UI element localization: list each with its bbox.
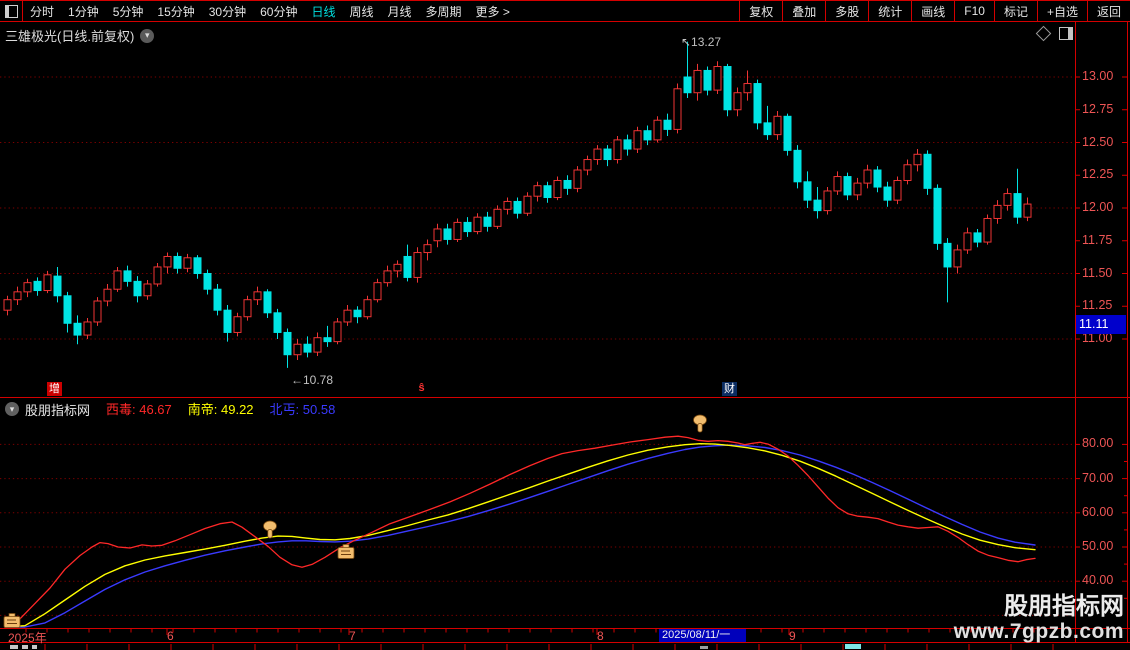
- indicator-source-label: 股朋指标网: [25, 402, 91, 418]
- timeframe-item-9[interactable]: 月线: [381, 1, 419, 21]
- watermark-url: www.7gpzb.com: [953, 620, 1124, 643]
- stock-app-window: 分时 1分钟 5分钟 15分钟 30分钟 60分钟 日线 周线 月线 多周期 更多 > 复权 叠加 多股…: [0, 0, 1130, 650]
- timeframe-item-4[interactable]: 15分钟: [150, 1, 201, 21]
- toolbar-buttons: 复权 叠加 多股 统计 画线 F10 标记 +自选 返回: [739, 1, 1130, 21]
- diamond-icon[interactable]: [1035, 25, 1052, 42]
- collapse-chevron-icon[interactable]: ▾: [5, 402, 19, 416]
- panel-icon[interactable]: [1059, 27, 1073, 40]
- timeframe-item-2[interactable]: 1分钟: [61, 1, 106, 21]
- selected-date-highlight: 2025/08/11/一: [659, 629, 746, 642]
- toolbar-button-4[interactable]: 统计: [868, 1, 911, 21]
- indicator-value-3: 北丐: 50.58: [269, 402, 336, 417]
- toolbar-button-6[interactable]: F10: [954, 1, 994, 21]
- timeframe-items: 分时 1分钟 5分钟 15分钟 30分钟 60分钟 日线 周线 月线 多周期 更多 >: [23, 1, 517, 21]
- time-label-3: 7: [349, 629, 356, 643]
- price-label-12.00: 12.00: [1082, 200, 1114, 214]
- price-label-13.00: 13.00: [1082, 69, 1114, 83]
- timeframe-item-7[interactable]: 日线: [304, 1, 342, 21]
- indicator-value-1: 西毒: 46.67: [106, 402, 172, 417]
- indicator-header: ▾ 股朋指标网 西毒: 46.67 南帝: 49.22 北丐: 50.58: [5, 399, 335, 419]
- watermark: 股朋指标网 www.7gpzb.com: [953, 593, 1124, 644]
- hand-down-icon: [693, 414, 707, 433]
- last-price-marker: 11.11: [1076, 314, 1126, 334]
- toolbar-button-3[interactable]: 多股: [825, 1, 868, 21]
- hand-down-icon: [263, 520, 277, 539]
- watermark-site-name: 股朋指标网: [1004, 593, 1124, 620]
- signal-badge-1: 增: [47, 382, 62, 396]
- chart-canvas: [0, 22, 1130, 650]
- toolbar-button-9[interactable]: 返回: [1086, 1, 1130, 21]
- toolbar-button-5[interactable]: 画线: [911, 1, 954, 21]
- price-label-12.50: 12.50: [1082, 134, 1114, 149]
- price-label-12.25: 12.25: [1082, 167, 1114, 182]
- time-label-4: 8: [597, 629, 604, 643]
- price-label-12.75: 12.75: [1082, 101, 1114, 116]
- indicator-value-2: 南帝: 49.22: [187, 402, 254, 417]
- indicator-axis-label-80.00: 80.00: [1082, 436, 1114, 451]
- toolbar-button-8[interactable]: +自选: [1036, 1, 1087, 21]
- timeframe-item-10[interactable]: 多周期: [419, 1, 469, 21]
- time-label-1: 2025年: [8, 631, 47, 645]
- toolbar-button-7[interactable]: 标记: [993, 1, 1037, 21]
- chart-corner-icons: [1035, 25, 1073, 42]
- page-title: 三雄极光(日线.前复权): [5, 29, 135, 44]
- price-label-11.75: 11.75: [1082, 232, 1113, 247]
- toolbar-button-1[interactable]: 复权: [739, 1, 782, 21]
- timeframe-toolbar: 分时 1分钟 5分钟 15分钟 30分钟 60分钟 日线 周线 月线 多周期 更多 > 复权 叠加 多股…: [0, 0, 1130, 22]
- toolbar-button-2[interactable]: 叠加: [782, 1, 825, 21]
- price-label-11.50: 11.50: [1082, 265, 1113, 280]
- timeframe-item-8[interactable]: 周线: [342, 1, 380, 21]
- signal-badge-3: 财: [722, 382, 737, 396]
- chevron-down-icon[interactable]: ▾: [140, 28, 155, 43]
- timeframe-item-1[interactable]: 分时: [23, 1, 61, 21]
- indicator-axis-label-70.00: 70.00: [1082, 470, 1114, 485]
- indicator-values: 西毒: 46.67 南帝: 49.22 北丐: 50.58: [90, 399, 335, 419]
- indicator-axis-label-40.00: 40.00: [1082, 573, 1114, 588]
- signal-badge-2: ŝ: [418, 382, 425, 394]
- time-label-5: 9: [789, 629, 796, 643]
- timeframe-item-3[interactable]: 5分钟: [106, 1, 151, 21]
- price-label-11.25: 11.25: [1082, 298, 1113, 313]
- layout-icon: [4, 4, 18, 18]
- timeframe-item-5[interactable]: 30分钟: [202, 1, 253, 21]
- chart-title-row: 三雄极光(日线.前复权) ▾: [5, 26, 155, 45]
- indicator-axis-label-50.00: 50.00: [1082, 539, 1114, 553]
- high-annotation: ↖13.27: [681, 35, 722, 49]
- timeframe-item-11[interactable]: 更多 >: [469, 1, 517, 21]
- timeframe-item-6[interactable]: 60分钟: [253, 1, 304, 21]
- time-label-2: 6: [167, 629, 174, 643]
- indicator-axis-label-60.00: 60.00: [1082, 504, 1114, 519]
- layout-toggle-button[interactable]: [0, 1, 23, 21]
- low-annotation: ←10.78: [291, 373, 334, 387]
